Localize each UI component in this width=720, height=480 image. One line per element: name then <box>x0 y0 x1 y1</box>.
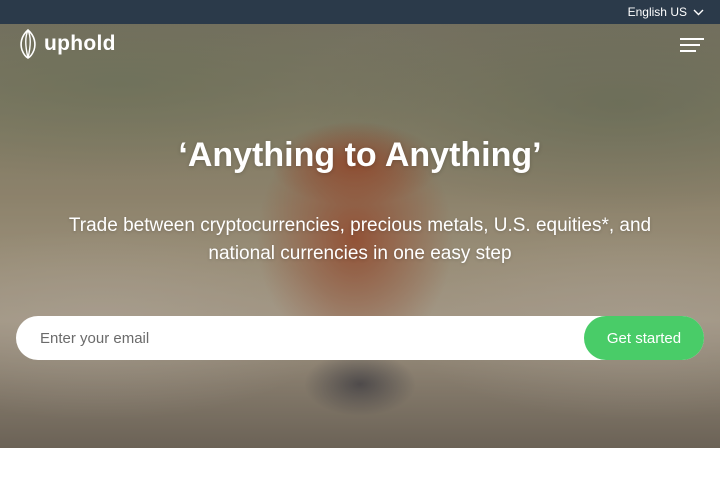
hamburger-menu-icon <box>680 38 704 52</box>
hero-title: ‘Anything to Anything’ <box>178 136 542 174</box>
hero-subtitle: Trade between cryptocurrencies, precious… <box>68 215 652 264</box>
email-input[interactable] <box>16 316 584 360</box>
brand-logo[interactable]: uphold <box>16 28 116 60</box>
menu-button[interactable] <box>680 36 704 54</box>
get-started-button[interactable]: Get started <box>584 316 704 360</box>
content-area <box>0 448 720 480</box>
main-nav: uphold <box>0 28 720 62</box>
chevron-down-icon <box>693 9 704 15</box>
top-bar: English US <box>0 0 720 24</box>
signup-form: Get started <box>16 316 704 360</box>
language-label: English US <box>627 5 687 19</box>
language-selector[interactable]: English US <box>628 5 704 19</box>
uphold-logo-icon <box>20 28 36 59</box>
brand-name: uphold <box>44 32 116 55</box>
